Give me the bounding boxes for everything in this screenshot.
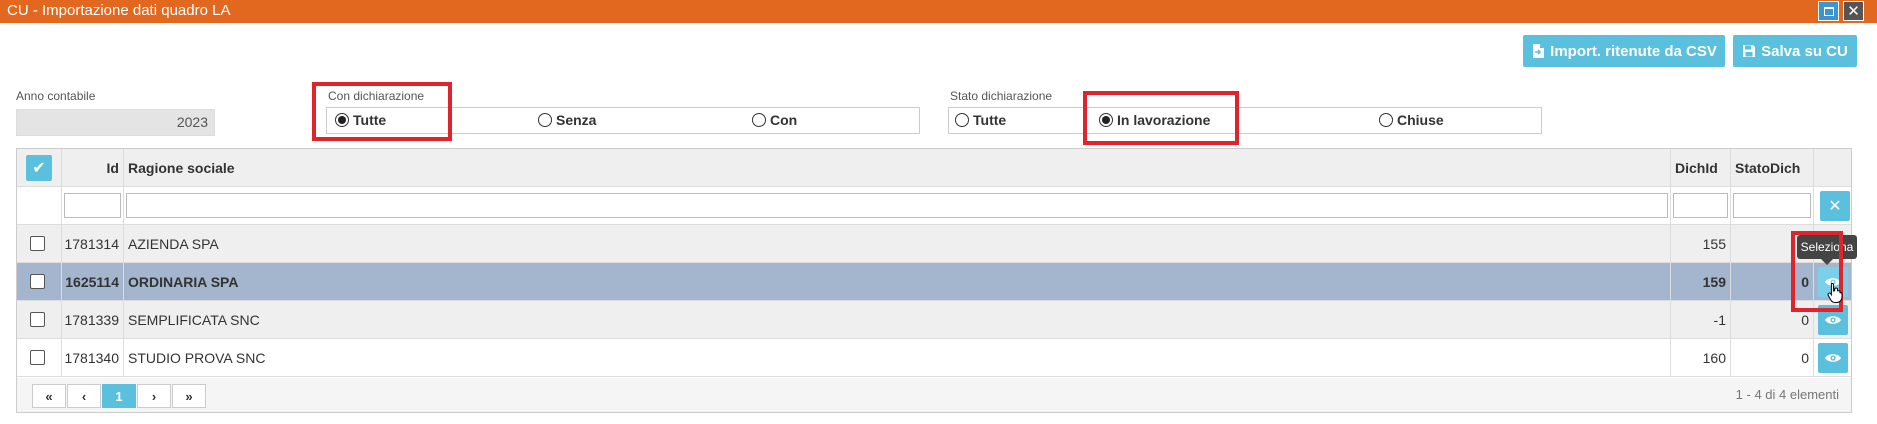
import-csv-button[interactable]: Import. ritenute da CSV: [1523, 35, 1725, 67]
table-row[interactable]: 1781340 STUDIO PROVA SNC 160 0: [17, 339, 1851, 377]
column-header-ragione-sociale[interactable]: Ragione sociale: [124, 149, 1671, 186]
select-all-checkbox[interactable]: ✔: [26, 154, 52, 181]
cell-ragione-sociale: STUDIO PROVA SNC: [124, 339, 1671, 376]
filter-cell-empty: [17, 187, 62, 224]
row-checkbox[interactable]: [30, 312, 45, 327]
cell-dichid: 160: [1671, 339, 1731, 376]
pager-last-button[interactable]: »: [172, 384, 206, 408]
pager-prev-button[interactable]: ‹: [67, 384, 101, 408]
clear-filter-button[interactable]: ✕: [1820, 191, 1850, 221]
radio-stato-tutte[interactable]: Tutte: [955, 112, 1006, 128]
pager-next-button[interactable]: ›: [137, 384, 171, 408]
data-grid: ✔ Id Ragione sociale DichId StatoDich ✕ …: [16, 148, 1852, 413]
table-row[interactable]: 1781339 SEMPLIFICATA SNC -1 0: [17, 301, 1851, 339]
filter-cell-ragione: [124, 187, 1671, 224]
radio-label: Tutte: [973, 112, 1007, 128]
grid-pager: « ‹ 1 › » 1 - 4 di 4 elementi: [17, 378, 1851, 412]
filter-input-id[interactable]: [64, 193, 121, 218]
maximize-icon: [1823, 6, 1834, 16]
floppy-disk-icon: [1743, 45, 1756, 57]
column-header-dichid[interactable]: DichId: [1671, 149, 1731, 186]
cell-dichid: 159: [1671, 263, 1731, 300]
cell-id: 1781340: [62, 339, 124, 376]
row-checkbox-cell: [17, 301, 62, 338]
save-cu-label: Salva su CU: [1761, 42, 1848, 60]
grid-filter-row: ✕: [17, 187, 1851, 225]
hand-cursor-icon: [1827, 282, 1843, 303]
highlight-box: [312, 82, 452, 141]
stato-dichiarazione-group: Tutte In lavorazione Chiuse: [948, 107, 1542, 134]
cell-id: 1781339: [62, 301, 124, 338]
select-row-button[interactable]: [1817, 342, 1848, 373]
radio-stato-chiuse[interactable]: Chiuse: [1379, 112, 1444, 128]
pager-first-button[interactable]: «: [32, 384, 66, 408]
file-import-icon: [1533, 44, 1545, 58]
radio-label: Senza: [556, 112, 597, 128]
window-title: CU - Importazione dati quadro LA: [7, 2, 231, 19]
radio-unchecked-icon: [1379, 113, 1393, 127]
cell-id: 1781314: [62, 225, 124, 262]
pager-info: 1 - 4 di 4 elementi: [1735, 387, 1839, 402]
row-checkbox-cell: [17, 263, 62, 300]
filter-input-dichid[interactable]: [1673, 193, 1728, 218]
cell-dichid: -1: [1671, 301, 1731, 338]
radio-con-senza[interactable]: Senza: [538, 112, 596, 128]
cell-ragione-sociale: ORDINARIA SPA: [124, 263, 1671, 300]
pager-page-1[interactable]: 1: [102, 384, 136, 408]
grid-header-row: ✔ Id Ragione sociale DichId StatoDich: [17, 149, 1851, 187]
row-checkbox[interactable]: [30, 350, 45, 365]
stato-dichiarazione-label: Stato dichiarazione: [950, 89, 1053, 103]
radio-con-con[interactable]: Con: [752, 112, 797, 128]
filter-input-statodich[interactable]: [1733, 193, 1811, 218]
table-row-selected[interactable]: 1625114 ORDINARIA SPA 159 0: [17, 263, 1851, 301]
filter-input-ragione-sociale[interactable]: [126, 193, 1668, 218]
select-all-cell: ✔: [17, 149, 62, 186]
cell-actions: [1814, 339, 1851, 376]
column-header-actions: [1814, 149, 1851, 186]
row-checkbox-cell: [17, 339, 62, 376]
row-checkbox[interactable]: [30, 274, 45, 289]
cell-dichid: 155: [1671, 225, 1731, 262]
column-header-statodich[interactable]: StatoDich: [1731, 149, 1814, 186]
row-checkbox[interactable]: [30, 236, 45, 251]
check-icon: ✔: [32, 159, 46, 177]
eye-icon: [1824, 315, 1841, 324]
close-icon: ✕: [1847, 2, 1860, 20]
cell-ragione-sociale: SEMPLIFICATA SNC: [124, 301, 1671, 338]
filter-cell-dichid: [1671, 187, 1731, 224]
radio-unchecked-icon: [955, 113, 969, 127]
year-label: Anno contabile: [16, 89, 96, 103]
cell-statodich: 0: [1731, 339, 1814, 376]
cell-ragione-sociale: AZIENDA SPA: [124, 225, 1671, 262]
filter-cell-statodich: [1731, 187, 1814, 224]
cell-id: 1625114: [62, 263, 124, 300]
radio-label: Chiuse: [1397, 112, 1444, 128]
close-icon: ✕: [1828, 198, 1842, 215]
save-cu-button[interactable]: Salva su CU: [1733, 35, 1857, 67]
highlight-box: [1083, 91, 1239, 145]
import-csv-label: Import. ritenute da CSV: [1550, 42, 1717, 60]
year-field: 2023: [16, 109, 215, 136]
close-button[interactable]: ✕: [1843, 1, 1864, 21]
title-bar: CU - Importazione dati quadro LA ✕: [0, 0, 1877, 23]
eye-icon: [1824, 353, 1841, 362]
maximize-button[interactable]: [1818, 1, 1839, 21]
filter-cell-id: [62, 187, 124, 224]
column-header-id[interactable]: Id: [62, 149, 124, 186]
radio-unchecked-icon: [538, 113, 552, 127]
row-checkbox-cell: [17, 225, 62, 262]
radio-unchecked-icon: [752, 113, 766, 127]
radio-label: Con: [770, 112, 798, 128]
table-row[interactable]: 1781314 AZIENDA SPA 155: [17, 225, 1851, 263]
